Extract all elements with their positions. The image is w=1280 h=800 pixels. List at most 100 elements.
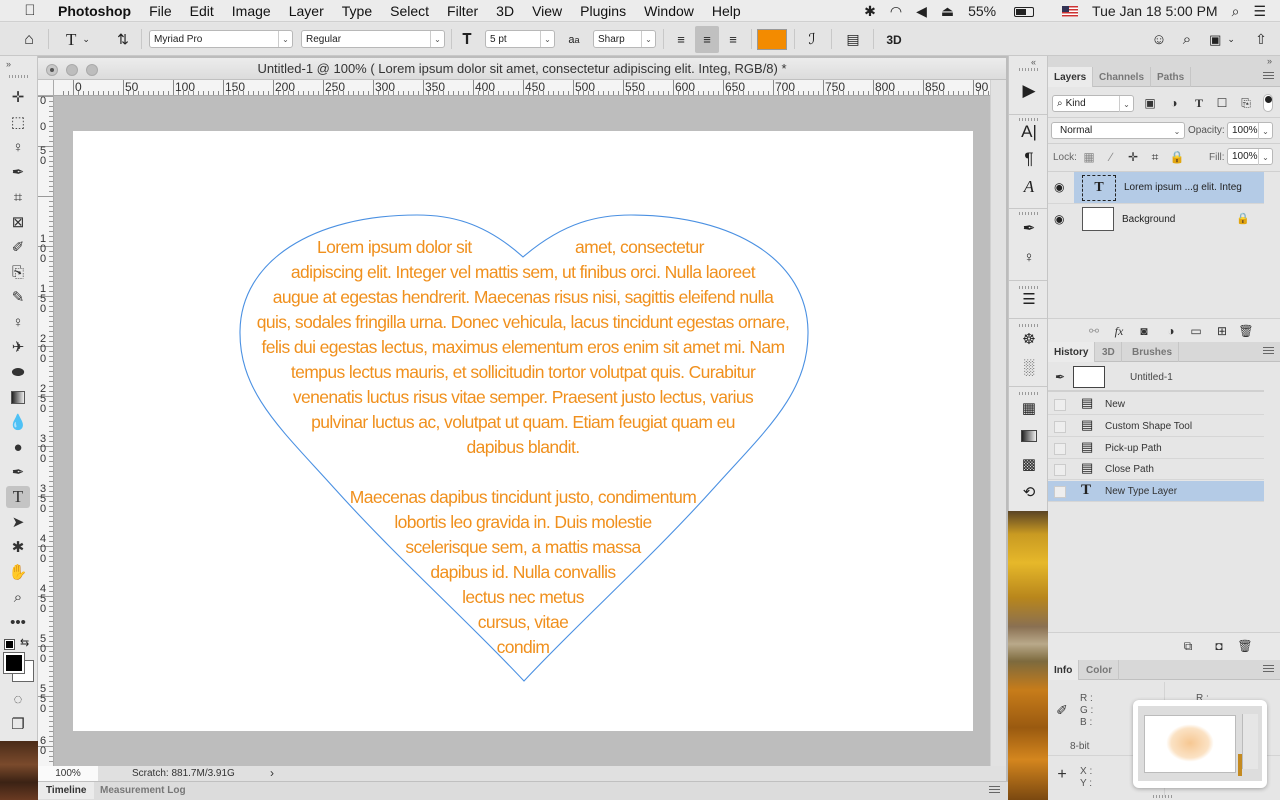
default-colors-icon[interactable]	[4, 639, 15, 650]
history-brush-source-checkbox[interactable]	[1054, 399, 1066, 411]
history-brush-tool-icon[interactable]: ✈	[6, 336, 30, 358]
filter-toggle[interactable]	[1263, 94, 1273, 112]
new-document-from-state-icon[interactable]: ⧉	[1180, 638, 1196, 654]
crop-tool-icon[interactable]: ⌗	[6, 186, 30, 208]
shapes-icon[interactable]: ⟲	[1017, 481, 1041, 503]
search-icon[interactable]: ⌕	[1176, 23, 1198, 56]
horizontal-ruler[interactable]: 0 50 100 150 200 250 300 350 400 450 500 550 600 650 7…	[54, 80, 990, 96]
filter-type-icon[interactable]: T	[1191, 95, 1207, 111]
history-state[interactable]: T New Type Layer	[1048, 481, 1264, 502]
lasso-tool-icon[interactable]: ♀	[6, 136, 30, 158]
character-panel-icon[interactable]: A|	[1017, 121, 1041, 143]
brush-settings-icon[interactable]: ✒	[1017, 217, 1041, 239]
pen-tool-icon[interactable]: ✒	[6, 461, 30, 483]
panel-menu-icon[interactable]	[1263, 72, 1274, 81]
blend-mode-select[interactable]: Normal ⌄	[1051, 122, 1185, 139]
panel-menu-icon[interactable]	[1263, 665, 1274, 674]
tab-brushes[interactable]: Brushes	[1126, 342, 1180, 362]
vertical-ruler[interactable]: 0 0 5 0 1 0 0 1 5 0 2 0 0 2 5 0 3 0 0 3 5 0 4 0 0…	[38, 96, 54, 766]
panel-resize-grip[interactable]	[1153, 795, 1173, 798]
zoom-tool-icon[interactable]: ⌕	[6, 586, 30, 608]
fill-input[interactable]: 100% ⌄	[1227, 148, 1273, 165]
healing-brush-tool-icon[interactable]: ⎘	[6, 261, 30, 283]
layer-row-background[interactable]: ◉ Background 🔒	[1048, 203, 1264, 234]
clock[interactable]: Tue Jan 18 5:00 PM	[1092, 3, 1218, 19]
filter-pixel-icon[interactable]: ▣	[1142, 95, 1158, 111]
actions-play-icon[interactable]: ▶	[1017, 80, 1041, 102]
hand-tool-icon[interactable]: ✋	[6, 561, 30, 583]
visibility-eye-icon[interactable]: ◉	[1054, 212, 1064, 226]
collapse-toolbar-icon[interactable]: »	[6, 59, 11, 69]
menu-app[interactable]: Photoshop	[54, 3, 140, 19]
screen-mode-icon[interactable]: ❐	[6, 713, 30, 735]
dock-grip[interactable]	[1019, 68, 1039, 71]
lock-all-icon[interactable]: 🔒	[1169, 149, 1185, 165]
new-group-folder-icon[interactable]: ▭	[1188, 323, 1204, 339]
history-brush-source-checkbox[interactable]	[1054, 486, 1066, 498]
font-family-select[interactable]: Myriad Pro ⌄	[149, 30, 293, 48]
swatches-grid-icon[interactable]: ▦	[1017, 397, 1041, 419]
history-brush-source-checkbox[interactable]	[1054, 443, 1066, 455]
3d-button[interactable]: 3D	[883, 23, 905, 56]
history-brush-source-icon[interactable]: ✒	[1052, 369, 1068, 385]
eyedropper-tool-icon[interactable]: ✐	[6, 236, 30, 258]
tab-3d[interactable]: 3D	[1096, 342, 1122, 362]
text-color-swatch[interactable]	[757, 29, 787, 50]
history-snapshot-row[interactable]: ✒ Untitled-1	[1048, 362, 1264, 392]
font-style-select[interactable]: Regular ⌄	[301, 30, 445, 48]
history-state[interactable]: ▤ Custom Shape Tool	[1048, 416, 1264, 437]
layer-style-fx-icon[interactable]: fx	[1111, 323, 1127, 339]
spotlight-search-icon[interactable]: ⌕	[1232, 3, 1240, 20]
layer-row-text[interactable]: ◉ T Lorem ipsum ...g elit. Integ	[1048, 172, 1264, 203]
quick-selection-tool-icon[interactable]: ✒	[6, 161, 30, 183]
align-left-button[interactable]: ≡	[670, 23, 692, 56]
warp-text-icon[interactable]: ℐ	[801, 23, 823, 56]
apple-icon[interactable]: 	[20, 2, 40, 19]
paragraph-panel-icon[interactable]: ¶	[1017, 148, 1041, 170]
tab-history[interactable]: History	[1048, 342, 1096, 362]
dodge-tool-icon[interactable]: ●	[6, 436, 30, 458]
link-layers-icon[interactable]: ⚯	[1086, 323, 1102, 339]
swap-colors-icon[interactable]: ⇆	[20, 636, 29, 649]
menu-3d[interactable]: 3D	[487, 3, 523, 19]
clone-stamp-tool-icon[interactable]: ♀	[6, 311, 30, 333]
eject-icon[interactable]: ⏏	[941, 3, 954, 20]
add-mask-icon[interactable]: ◙	[1136, 323, 1152, 339]
font-size-select[interactable]: 5 pt ⌄	[485, 30, 555, 48]
status-menu-arrow-icon[interactable]: ›	[270, 766, 274, 781]
visibility-eye-icon[interactable]: ◉	[1054, 180, 1064, 194]
history-state[interactable]: ▤ Close Path	[1048, 459, 1264, 480]
menu-plugins[interactable]: Plugins	[571, 3, 635, 19]
menu-help[interactable]: Help	[703, 3, 750, 19]
tab-measurement-log[interactable]: Measurement Log	[92, 782, 194, 799]
gradients-icon[interactable]	[1017, 425, 1041, 447]
opacity-input[interactable]: 100% ⌄	[1227, 122, 1273, 139]
menu-layer[interactable]: Layer	[280, 3, 333, 19]
wifi-icon[interactable]: ◠	[890, 3, 902, 20]
antialias-select[interactable]: Sharp ⌄	[593, 30, 656, 48]
lock-artboard-icon[interactable]: ⌗	[1147, 149, 1163, 165]
path-selection-tool-icon[interactable]: ➤	[6, 511, 30, 533]
character-paragraph-panel-icon[interactable]: ▤	[842, 23, 864, 56]
tab-channels[interactable]: Channels	[1093, 67, 1152, 87]
new-snapshot-camera-icon[interactable]: ◘	[1211, 638, 1227, 654]
menu-filter[interactable]: Filter	[438, 3, 487, 19]
dock-grip[interactable]	[1019, 324, 1039, 327]
lock-image-pixels-icon[interactable]: ∕	[1103, 149, 1119, 165]
share-icon[interactable]: ⇧	[1250, 23, 1272, 56]
filter-shape-icon[interactable]: ☐	[1214, 95, 1230, 111]
dock-grip[interactable]	[1019, 212, 1039, 215]
custom-shape-tool-icon[interactable]: ✱	[6, 536, 30, 558]
volume-icon[interactable]: ◀	[916, 3, 927, 20]
home-icon[interactable]: ⌂	[16, 23, 42, 56]
delete-layer-trash-icon[interactable]: 🗑	[1238, 323, 1254, 339]
ruler-origin[interactable]	[38, 80, 54, 96]
lock-transparent-pixels-icon[interactable]: ▦	[1081, 149, 1097, 165]
input-source-flag-icon[interactable]	[1062, 5, 1079, 17]
foreground-color-swatch[interactable]	[3, 652, 25, 674]
heart-text-layer[interactable]: Lorem ipsum dolor sit amet, consectetur ad…	[73, 131, 973, 731]
align-center-button[interactable]: ≡	[695, 26, 719, 53]
tab-color[interactable]: Color	[1080, 660, 1120, 680]
properties-sliders-icon[interactable]: ☰	[1017, 288, 1041, 310]
filter-smart-object-icon[interactable]: ⎘	[1238, 95, 1254, 111]
